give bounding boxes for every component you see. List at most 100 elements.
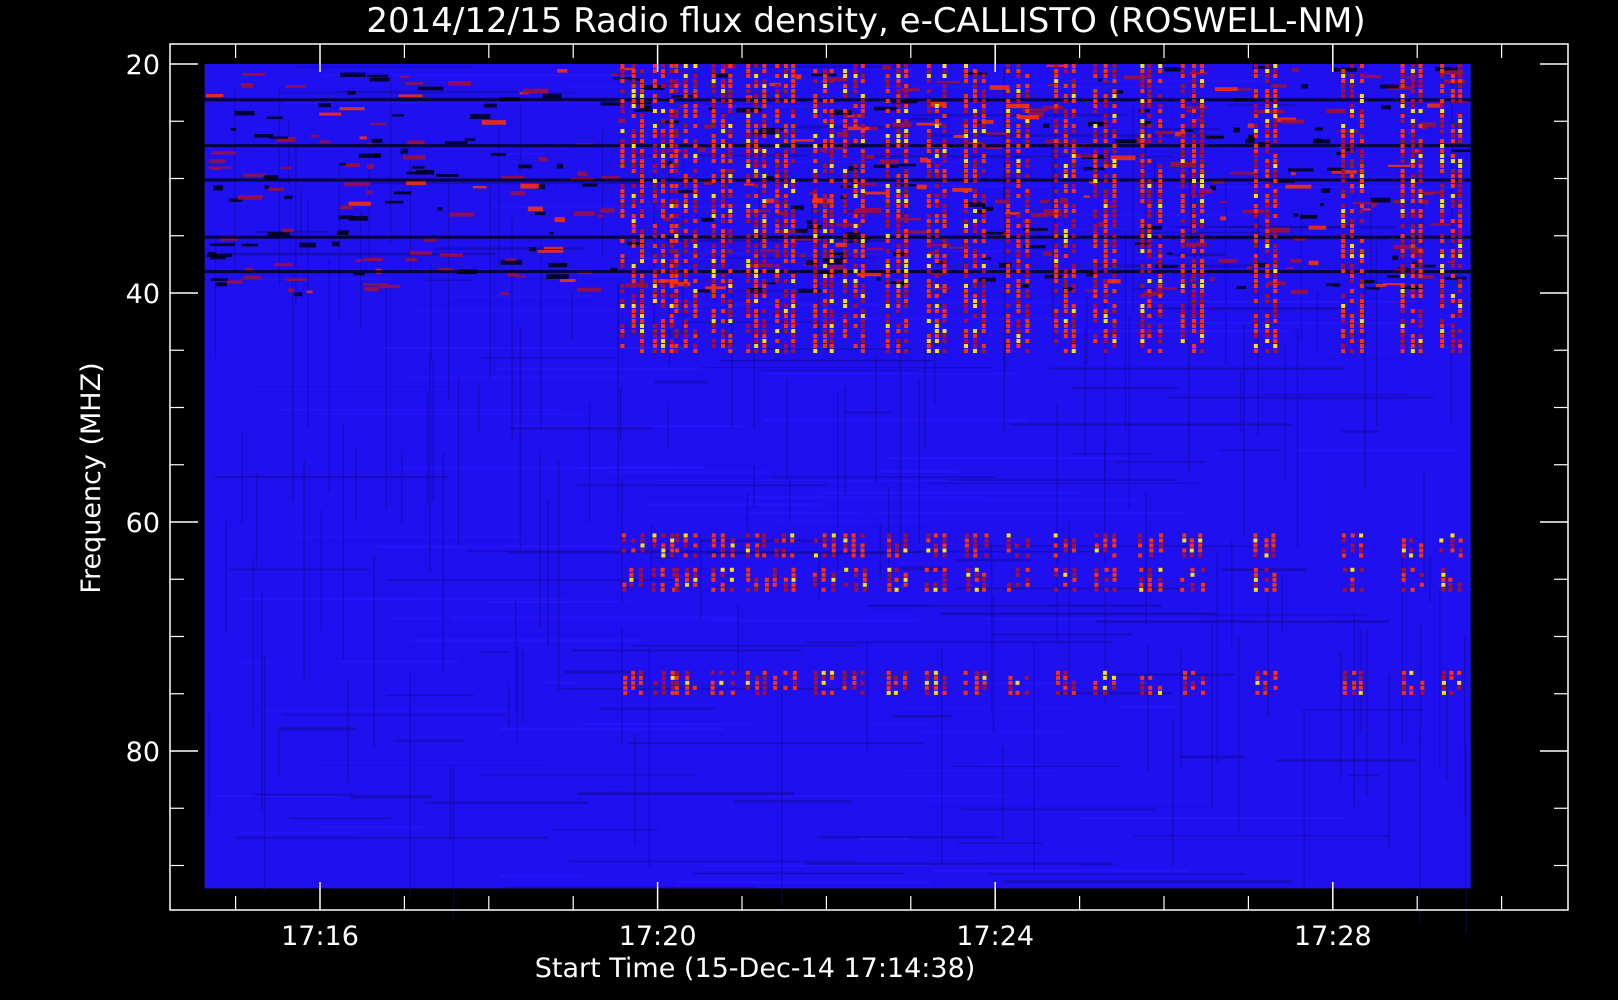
burst-cell [640,104,645,108]
noise-streak [939,612,1216,616]
burst-cell [982,685,987,690]
burst-cell [1191,685,1196,690]
burst-cell [1400,84,1405,88]
burst-cell [1025,164,1030,168]
burst-cell [1441,675,1446,680]
burst-cell [854,582,859,587]
burst-cell [1418,169,1423,173]
burst-cell [746,329,751,333]
burst-cell [860,670,865,675]
burst-cell [1063,169,1068,173]
interference-speck [701,217,715,222]
burst-cell [791,189,796,193]
burst-cell [1418,154,1423,158]
burst-cell [1419,543,1424,548]
burst-cell [972,239,977,243]
interference-speck [1290,258,1302,263]
burst-cell [754,279,759,283]
burst-cell [1440,284,1445,288]
burst-cell [762,339,767,343]
burst-cell [829,169,834,173]
burst-cell [1458,309,1463,313]
interference-speck [715,73,729,78]
burst-cell [651,567,656,572]
burst-cell [1025,94,1030,98]
burst-cell [791,144,796,148]
burst-cell [1450,329,1455,333]
burst-cell [1440,214,1445,218]
burst-cell [896,144,901,148]
burst-cell [1458,129,1463,133]
interference-speck [472,185,487,189]
burst-cell [746,69,751,73]
noise-streak [303,460,305,680]
burst-cell [711,109,716,113]
burst-cell [1458,234,1463,238]
burst-cell [1063,164,1068,168]
burst-cell [853,79,858,83]
burst-cell [762,79,767,83]
burst-cell [942,284,947,288]
burst-cell [660,567,665,572]
burst-cell [1103,174,1108,178]
burst-cell [1158,219,1163,223]
noise-streak [951,765,1121,768]
noise-streak [466,550,720,552]
interference-speck [437,207,443,211]
burst-cell [728,279,733,283]
burst-cell [1253,259,1258,263]
burst-cell [773,685,778,690]
burst-cell [1440,254,1445,258]
burst-cell [1016,169,1021,173]
burst-cell [1140,239,1145,243]
burst-cell [1253,329,1258,333]
burst-cell [711,269,716,273]
burst-cell [783,69,788,73]
burst-cell [1104,567,1109,572]
interference-speck [348,201,371,206]
burst-cell [1253,319,1258,323]
burst-cell [1112,577,1117,582]
burst-cell [640,179,645,183]
burst-cell [974,567,979,572]
burst-cell [1093,319,1098,323]
burst-cell [669,224,674,228]
burst-cell [1350,84,1355,88]
burst-cell [1180,577,1185,582]
burst-cell [746,124,751,128]
burst-cell [1192,324,1197,328]
interference-speck [1044,139,1061,144]
interference-speck [1364,279,1375,284]
burst-cell [661,279,666,283]
burst-cell [1192,119,1197,123]
burst-cell [631,274,636,278]
burst-cell [862,567,867,572]
noise-streak [1069,453,1153,455]
burst-cell [1192,249,1197,253]
burst-cell [669,259,674,263]
burst-cell [1410,184,1415,188]
burst-cell [1147,69,1152,73]
burst-cell [829,224,834,228]
burst-cell [1140,249,1145,253]
burst-cell [670,680,675,685]
burst-cell [885,284,890,288]
burst-cell [661,249,666,253]
burst-cell [1054,274,1059,278]
burst-cell [887,582,892,587]
burst-cell [1273,675,1278,680]
burst-cell [1147,294,1152,298]
burst-cell [1006,229,1011,233]
interference-speck [1236,285,1247,290]
burst-cell [791,159,796,163]
burst-cell [933,685,938,690]
burst-cell [1147,104,1152,108]
burst-cell [1063,69,1068,73]
noise-streak [662,723,928,726]
burst-cell [933,680,938,685]
burst-cell [1200,224,1205,228]
burst-cell [1140,89,1145,93]
x-tick-label: 17:28 [1294,921,1372,952]
burst-cell [829,229,834,233]
burst-cell [674,189,679,193]
